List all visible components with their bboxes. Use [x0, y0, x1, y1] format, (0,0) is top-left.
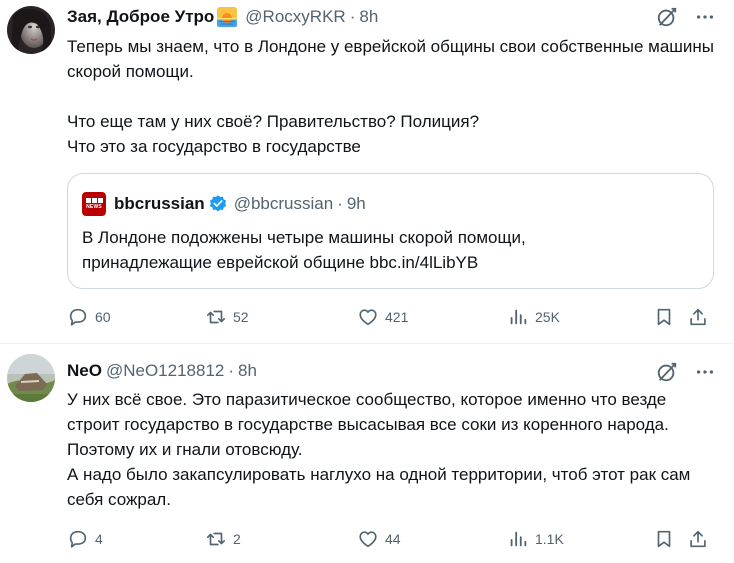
author-handle[interactable]: @RocxyRKR — [245, 7, 345, 27]
bbc-logo: NEWS — [82, 192, 106, 216]
retweet-icon — [205, 306, 227, 328]
quote-author-name[interactable]: bbcrussian — [114, 194, 205, 214]
share-button[interactable] — [687, 528, 709, 550]
quote-text-line: принадлежащие еврейской общине bbc.in/4l… — [82, 253, 479, 272]
tweet-actions: 4 2 44 1.1K — [67, 528, 717, 552]
like-count: 44 — [385, 531, 401, 547]
separator: · — [228, 361, 235, 380]
reply-count: 4 — [95, 531, 103, 547]
share-icon — [687, 306, 709, 328]
reply-button[interactable]: 4 — [67, 528, 103, 550]
timestamp[interactable]: 8h — [238, 361, 257, 381]
share-icon — [687, 528, 709, 550]
tweet-paragraph: А надо было закапсулировать наглухо на о… — [67, 465, 691, 509]
reply-icon — [67, 528, 89, 550]
header-actions — [656, 6, 716, 28]
author-name[interactable]: NeO — [67, 361, 102, 381]
reply-button[interactable]: 60 — [67, 306, 111, 328]
separator: · — [337, 194, 343, 213]
retweet-count: 52 — [233, 309, 249, 325]
retweet-button[interactable]: 52 — [205, 306, 249, 328]
like-count: 421 — [385, 309, 409, 325]
quoted-tweet[interactable]: NEWS bbcrussian @bbcrussian · 9h В Лондо… — [67, 173, 714, 289]
like-icon — [357, 306, 379, 328]
bbc-logo-text: NEWS — [86, 204, 102, 210]
like-button[interactable]: 44 — [357, 528, 401, 550]
header-actions — [656, 361, 716, 383]
reply-icon — [67, 306, 89, 328]
tweet-text: У них всё свое. Это паразитическое сообщ… — [67, 387, 717, 512]
quote-header: NEWS bbcrussian @bbcrussian · 9h — [82, 192, 366, 216]
views-icon — [507, 306, 529, 328]
tweet-paragraph: Что это за государство в государстве — [67, 137, 361, 156]
tweet-actions: 60 52 421 25K — [67, 306, 717, 330]
quote-author-handle[interactable]: @bbcrussian — [234, 194, 333, 214]
views-count: 1.1K — [535, 531, 564, 547]
retweet-button[interactable]: 2 — [205, 528, 241, 550]
grok-icon[interactable] — [656, 361, 678, 383]
tweet[interactable]: NeO @NeO1218812 · 8h У них всё свое. Это… — [0, 345, 734, 563]
separator: · — [349, 7, 356, 26]
bookmark-icon — [653, 306, 675, 328]
views-count: 25K — [535, 309, 560, 325]
tweet-paragraph: У них всё свое. Это паразитическое сообщ… — [67, 390, 669, 459]
quote-text: В Лондоне подожжены четыре машины скорой… — [82, 225, 702, 275]
timestamp[interactable]: 8h — [359, 7, 378, 27]
tweet-paragraph: Что еще там у них своё? Правительство? П… — [67, 112, 480, 131]
views-button[interactable]: 25K — [507, 306, 560, 328]
avatar[interactable] — [7, 6, 55, 54]
tweet-paragraph: Теперь мы знаем, что в Лондоне у еврейск… — [67, 37, 715, 81]
views-button[interactable]: 1.1K — [507, 528, 564, 550]
quote-timestamp[interactable]: 9h — [347, 194, 366, 214]
retweet-count: 2 — [233, 531, 241, 547]
share-button[interactable] — [687, 306, 709, 328]
verified-icon — [208, 194, 228, 214]
tweet-text: Теперь мы знаем, что в Лондоне у еврейск… — [67, 34, 717, 159]
reply-count: 60 — [95, 309, 111, 325]
like-button[interactable]: 421 — [357, 306, 408, 328]
bookmark-icon — [653, 528, 675, 550]
tweet-paragraph-blank — [67, 84, 717, 109]
author-handle[interactable]: @NeO1218812 — [106, 361, 224, 381]
views-icon — [507, 528, 529, 550]
grok-icon[interactable] — [656, 6, 678, 28]
bookmark-button[interactable] — [653, 306, 675, 328]
bookmark-button[interactable] — [653, 528, 675, 550]
more-icon[interactable] — [694, 361, 716, 383]
author-name[interactable]: Зая, Доброе Утро — [67, 7, 214, 27]
tweet-header: Зая, Доброе Утро @RocxyRKR · 8h — [67, 5, 378, 29]
avatar[interactable] — [7, 354, 55, 402]
more-icon[interactable] — [694, 6, 716, 28]
quote-text-line: В Лондоне подожжены четыре машины скорой… — [82, 228, 526, 247]
sunrise-emoji-icon — [217, 7, 238, 27]
like-icon — [357, 528, 379, 550]
tweet[interactable]: Зая, Доброе Утро @RocxyRKR · 8h Теперь м… — [0, 0, 734, 344]
retweet-icon — [205, 528, 227, 550]
tweet-header: NeO @NeO1218812 · 8h — [67, 359, 257, 383]
